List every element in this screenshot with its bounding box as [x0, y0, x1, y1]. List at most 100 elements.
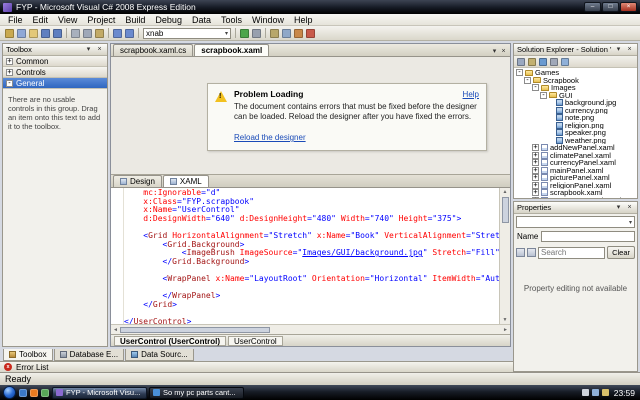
code-line[interactable]: </WrapPanel> [124, 292, 499, 301]
build-icon[interactable] [252, 29, 261, 38]
alphabetical-icon[interactable] [527, 248, 536, 257]
minimize-button[interactable]: – [584, 2, 601, 12]
tree-item-currency.png[interactable]: currency.png [514, 107, 637, 115]
tree-item-newgamepanel.xaml[interactable]: +newGamePanel.xaml [514, 197, 637, 199]
toolbox-group-controls[interactable]: +Controls [3, 67, 107, 78]
chevron-down-icon[interactable]: ▾ [225, 30, 228, 37]
toolbox-icon[interactable] [294, 29, 303, 38]
code-view[interactable]: mc:Ignorable="d" x:Class="FYP.scrapbook"… [124, 188, 499, 324]
tree-item-gui[interactable]: -GUI [514, 92, 637, 100]
window-position-icon[interactable]: ▾ [614, 45, 623, 54]
toolbar-search-combo[interactable]: xnab ▾ [143, 28, 231, 39]
breadcrumb-item[interactable]: UserControl (UserControl) [114, 336, 226, 346]
taskbar-button-so-my-pc-parts-cant...[interactable]: So my pc parts cant... [149, 387, 244, 399]
undo-icon[interactable] [113, 29, 122, 38]
start-debug-icon[interactable] [240, 29, 249, 38]
tool-tab-database-e...[interactable]: Database E... [54, 349, 124, 361]
cut-icon[interactable] [71, 29, 80, 38]
name-field[interactable] [541, 231, 635, 242]
new-project-icon[interactable] [5, 29, 14, 38]
error-list-icon[interactable] [306, 29, 315, 38]
tree-item-images[interactable]: -Images [514, 84, 637, 92]
editor-horizontal-scrollbar[interactable]: ◄ ► [111, 324, 510, 334]
menu-edit[interactable]: Edit [28, 15, 54, 25]
tray-volume-icon[interactable] [582, 389, 589, 396]
view-code-icon[interactable] [550, 58, 558, 66]
scrollbar-thumb[interactable] [502, 197, 509, 223]
menu-view[interactable]: View [53, 15, 82, 25]
maximize-button[interactable]: □ [602, 2, 619, 12]
menu-file[interactable]: File [3, 15, 28, 25]
expander-icon[interactable]: + [532, 144, 539, 151]
window-position-icon[interactable]: ▾ [84, 45, 93, 54]
tray-update-icon[interactable] [602, 389, 609, 396]
menu-window[interactable]: Window [247, 15, 289, 25]
categorized-icon[interactable] [516, 248, 525, 257]
scroll-down-icon[interactable]: ▼ [503, 317, 508, 323]
show-all-files-icon[interactable] [528, 58, 536, 66]
open-file-icon[interactable] [29, 29, 38, 38]
refresh-icon[interactable] [539, 58, 547, 66]
properties-object-combo[interactable]: ▾ [516, 216, 635, 228]
tree-item-games[interactable]: -Games [514, 69, 637, 77]
tab-design-view[interactable]: Design [113, 175, 162, 187]
expander-icon[interactable]: + [6, 69, 13, 76]
scrollbar-thumb[interactable] [120, 327, 270, 333]
reload-designer-link[interactable]: Reload the designer [234, 133, 306, 142]
expander-icon[interactable]: + [532, 152, 539, 159]
tree-item-currencypanel.xaml[interactable]: +currencyPanel.xaml [514, 159, 637, 167]
expander-icon[interactable]: - [6, 80, 13, 87]
properties-search-input[interactable] [538, 247, 605, 259]
error-list-bar[interactable]: x Error List [0, 361, 513, 372]
expander-icon[interactable]: + [532, 189, 539, 196]
clock[interactable]: 23:59 [612, 388, 635, 398]
tree-item-mainpanel.xaml[interactable]: +mainPanel.xaml [514, 167, 637, 175]
quick-launch-app-icon[interactable] [41, 389, 49, 397]
solution-explorer-title-bar[interactable]: Solution Explorer - Solution 'FYP' (1 ▾ … [514, 44, 637, 56]
menu-debug[interactable]: Debug [150, 15, 187, 25]
quick-launch-firefox-icon[interactable] [30, 389, 38, 397]
expander-icon[interactable]: + [532, 197, 539, 198]
tree-item-religionpanel.xaml[interactable]: +religionPanel.xaml [514, 182, 637, 190]
title-bar[interactable]: FYP - Microsoft Visual C# 2008 Express E… [0, 0, 640, 14]
expander-icon[interactable]: - [524, 77, 531, 84]
toolbox-group-general[interactable]: -General [3, 78, 107, 89]
tree-item-scrapbook.xaml[interactable]: +scrapbook.xaml [514, 189, 637, 197]
toolbox-group-common[interactable]: +Common [3, 56, 107, 67]
code-line[interactable]: <WrapPanel x:Name="LayoutRoot" Orientati… [124, 275, 499, 284]
expander-icon[interactable]: + [532, 174, 539, 181]
help-link[interactable]: Help [463, 90, 479, 99]
expander-icon[interactable]: + [6, 58, 13, 65]
expander-icon[interactable]: + [532, 182, 539, 189]
expander-icon[interactable]: - [516, 69, 523, 76]
scroll-up-icon[interactable]: ▲ [503, 189, 508, 195]
clear-button[interactable]: Clear [607, 246, 635, 259]
view-designer-icon[interactable] [561, 58, 569, 66]
close-button[interactable]: × [620, 2, 637, 12]
xaml-editor[interactable]: mc:Ignorable="d" x:Class="FYP.scrapbook"… [111, 188, 510, 324]
paste-icon[interactable] [95, 29, 104, 38]
tree-item-addnewpanel.xaml[interactable]: +addNewPanel.xaml [514, 144, 637, 152]
breadcrumb-item[interactable]: UserControl [228, 336, 283, 346]
expander-icon[interactable]: - [532, 84, 539, 91]
tray-network-icon[interactable] [592, 389, 599, 396]
window-position-icon[interactable]: ▾ [614, 203, 623, 212]
tree-item-note.png[interactable]: note.png [514, 114, 637, 122]
scroll-left-icon[interactable]: ◄ [113, 327, 118, 333]
start-button[interactable] [3, 386, 16, 399]
taskbar-button-fyp-microsoft-visu...[interactable]: FYP - Microsoft Visu... [52, 387, 147, 399]
editor-vertical-scrollbar[interactable]: ▲ ▼ [499, 188, 510, 324]
toolbox-close-icon[interactable]: × [95, 45, 104, 54]
menu-help[interactable]: Help [289, 15, 318, 25]
tree-item-background.jpg[interactable]: background.jpg [514, 99, 637, 107]
tool-tab-data-sourc...[interactable]: Data Sourc... [125, 349, 194, 361]
tab-xaml-view[interactable]: XAML [163, 175, 209, 187]
expander-icon[interactable]: + [532, 167, 539, 174]
menu-data[interactable]: Data [187, 15, 216, 25]
expander-icon[interactable]: - [540, 92, 547, 99]
redo-icon[interactable] [125, 29, 134, 38]
tree-item-picturepanel.xaml[interactable]: +picturePanel.xaml [514, 174, 637, 182]
properties-title-bar[interactable]: Properties ▾ × [514, 202, 637, 214]
active-files-chevron-icon[interactable]: ▾ [490, 47, 499, 56]
solution-explorer-icon[interactable] [270, 29, 279, 38]
